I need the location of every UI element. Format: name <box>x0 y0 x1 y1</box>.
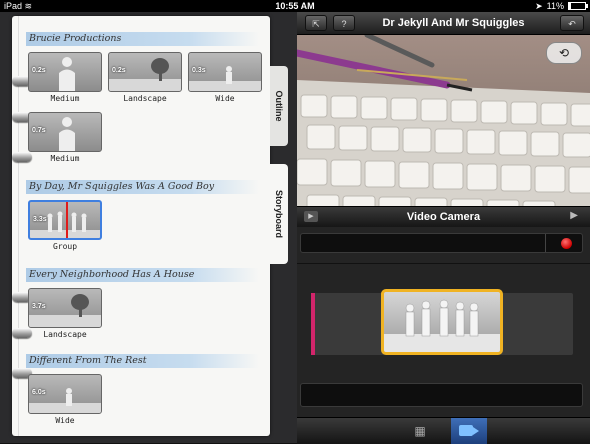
clip-label: Medium <box>50 154 80 163</box>
clip-thumbnail[interactable]: 6.0s <box>28 374 102 414</box>
clip-label: Medium <box>50 94 80 103</box>
project-title: Dr Jekyll And Mr Squiggles <box>382 17 525 29</box>
title-bar: ⇱ ? Dr Jekyll And Mr Squiggles ↶ <box>297 12 590 35</box>
help-icon: ? <box>341 19 347 29</box>
clip-duration: 0.3s <box>192 67 206 74</box>
status-bar: iPad ≋ 10:55 AM ➤ 11% <box>0 0 590 12</box>
undo-button[interactable]: ↶ <box>560 15 584 31</box>
camera-flip-icon: ⟲ <box>558 46 570 60</box>
location-icon: ➤ <box>535 1 543 11</box>
undo-icon: ↶ <box>568 19 576 29</box>
storyboard-clip[interactable]: 0.2s Medium <box>28 52 102 103</box>
clip-thumbnail[interactable]: 0.7s <box>28 112 102 152</box>
camera-preview: ⟲ <box>297 35 590 206</box>
clip-duration: 3.7s <box>32 303 46 310</box>
camera-feed-image <box>297 35 590 206</box>
storyboard-clip[interactable]: 0.7s Medium <box>28 112 102 163</box>
video-camera-icon <box>459 425 479 436</box>
battery-icon <box>568 2 588 10</box>
import-button[interactable]: ⇱ <box>305 15 327 31</box>
switch-camera-button[interactable]: ⟲ <box>546 42 582 64</box>
track-divider <box>545 234 546 252</box>
clip-duration: 3.3s <box>33 216 47 223</box>
clip-duration: 0.2s <box>112 67 126 74</box>
playhead-marker[interactable] <box>66 202 68 238</box>
next-button[interactable]: ▶ <box>570 210 578 221</box>
video-camera-title: Video Camera <box>406 211 481 223</box>
video-camera-mode-button[interactable] <box>451 418 487 444</box>
clip-thumbnail[interactable]: 0.2s <box>108 52 182 92</box>
divider <box>297 263 590 264</box>
video-camera-bar: ▶ Video Camera ▶ <box>297 206 590 227</box>
current-clip-thumbnail[interactable] <box>381 289 503 355</box>
storyboard-clip[interactable]: 3.7s Landscape <box>28 288 102 339</box>
notebook-tabs: Outline Storyboard <box>270 16 288 436</box>
import-icon: ⇱ <box>312 19 320 29</box>
scene-title[interactable]: Different From The Rest <box>26 354 259 368</box>
storyboard-clip[interactable]: 0.2s Landscape <box>108 52 182 103</box>
record-button[interactable] <box>561 238 572 249</box>
help-button[interactable]: ? <box>333 15 355 31</box>
play-right-icon: ▶ <box>570 210 578 221</box>
clip-label: Wide <box>215 94 235 103</box>
clip-duration: 6.0s <box>32 389 46 396</box>
clip-thumbnail[interactable]: 3.7s <box>28 288 102 328</box>
clip-thumbnail[interactable]: 0.2s <box>28 52 102 92</box>
scene-title[interactable]: Brucie Productions <box>26 32 259 46</box>
clip-thumbnail[interactable]: 3.3s <box>28 200 102 240</box>
clip-duration: 0.7s <box>32 127 46 134</box>
clip-duration: 0.2s <box>32 67 46 74</box>
clock: 10:55 AM <box>275 1 315 11</box>
clip-label: Group <box>52 242 78 251</box>
record-track <box>300 233 583 253</box>
clip-label: Landscape <box>123 94 167 103</box>
audio-track <box>300 383 583 407</box>
tab-outline[interactable]: Outline <box>270 66 288 146</box>
storyboard-clip[interactable]: 6.0s Wide <box>28 374 102 425</box>
clip-label: Wide <box>55 416 75 425</box>
scene-title[interactable]: By Day, Mr Squiggles Was A Good Boy <box>26 180 259 194</box>
storyboard-clip[interactable]: 0.3s Wide <box>188 52 262 103</box>
film-icon[interactable]: ▦ <box>413 424 427 438</box>
storyboard-clip-selected[interactable]: 3.3s Group <box>28 200 102 251</box>
mode-toolbar: ▦ <box>297 417 590 444</box>
scene-title[interactable]: Every Neighborhood Has A House <box>26 268 259 282</box>
group-silhouette-icon <box>384 299 500 352</box>
clip-label: Landscape <box>43 330 87 339</box>
clip-thumbnail[interactable]: 0.3s <box>188 52 262 92</box>
battery-level <box>569 3 571 9</box>
battery-percent: 11% <box>546 1 564 11</box>
camera-timeline-area <box>297 227 590 417</box>
tab-storyboard[interactable]: Storyboard <box>270 164 288 264</box>
clip-edge-marker <box>311 293 315 355</box>
